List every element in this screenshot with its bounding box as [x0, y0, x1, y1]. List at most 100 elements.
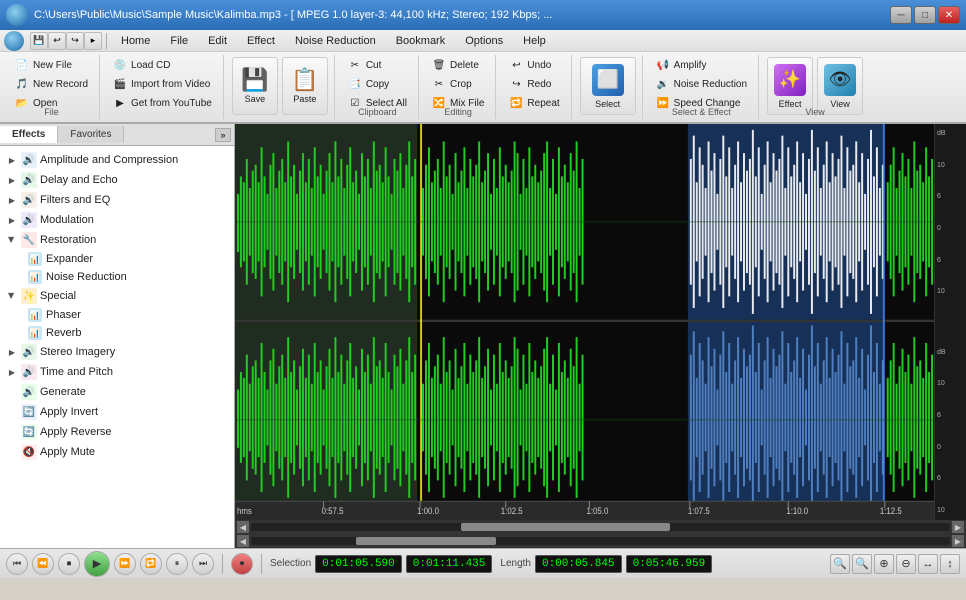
db-label-10d: 10: [937, 507, 964, 514]
tree-child-phaser[interactable]: 📊 Phaser: [20, 306, 234, 324]
menu-options[interactable]: Options: [455, 32, 513, 50]
tree-item-restoration[interactable]: ▶ 🔧 Restoration: [0, 230, 234, 250]
zoom-fit-btn[interactable]: ⊖: [896, 554, 916, 574]
btn-import-video[interactable]: 🎬 Import from Video: [108, 76, 217, 93]
scroll-right-btn[interactable]: ▶: [952, 521, 964, 533]
tree-icon-special: ✨: [21, 288, 37, 304]
scrollbar-v-track[interactable]: [251, 537, 950, 545]
scrollbar-track[interactable]: [251, 523, 950, 531]
scroll-down-btn[interactable]: ▶: [952, 535, 964, 547]
tree-item-amplitude[interactable]: ▶ 🔊 Amplitude and Compression: [0, 150, 234, 170]
tree-item-delay[interactable]: ▶ 🔊 Delay and Echo: [0, 170, 234, 190]
tree-item-generate[interactable]: ▶ 🔊 Generate: [0, 382, 234, 402]
maximize-button[interactable]: □: [914, 6, 936, 24]
menu-home[interactable]: Home: [111, 32, 160, 50]
btn-go-end[interactable]: ⏭: [192, 553, 214, 575]
btn-rewind[interactable]: ⏪: [32, 553, 54, 575]
zoom-v-btn[interactable]: ↕: [940, 554, 960, 574]
tree-children-restoration: 📊 Expander 📊 Noise Reduction: [0, 250, 234, 286]
btn-play[interactable]: ▶: [84, 551, 110, 577]
btn-noise-red[interactable]: 🔉 Noise Reduction: [651, 76, 752, 93]
btn-undo[interactable]: ↩ Undo: [504, 57, 564, 74]
scrollbar-v-row[interactable]: ◀ ▶: [235, 534, 966, 548]
btn-amplify[interactable]: 📢 Amplify: [651, 57, 752, 74]
scroll-up-btn[interactable]: ◀: [237, 535, 249, 547]
waveform-area[interactable]: hms 0:57.5 1:00.0 1:02.5 1:05.0 1:07.5 1…: [235, 124, 966, 548]
btn-loop[interactable]: 🔁: [140, 553, 162, 575]
app-icon: [6, 4, 28, 26]
tree-item-stereo[interactable]: ▶ 🔊 Stereo Imagery: [0, 342, 234, 362]
waveform-canvas[interactable]: hms 0:57.5 1:00.0 1:02.5 1:05.0 1:07.5 1…: [235, 124, 934, 520]
tree-item-invert[interactable]: ▶ 🔄 Apply Invert: [0, 402, 234, 422]
minimize-button[interactable]: ─: [890, 6, 912, 24]
btn-paste[interactable]: 📋 Paste: [282, 57, 328, 115]
selection-end-field[interactable]: 0:01:11.435: [406, 555, 493, 573]
tree-item-filters[interactable]: ▶ 🔊 Filters and EQ: [0, 190, 234, 210]
menu-bookmark[interactable]: Bookmark: [386, 32, 456, 50]
reverb-icon: 📊: [28, 326, 42, 340]
btn-select[interactable]: ⬜ Select: [580, 57, 636, 115]
btn-go-start[interactable]: ⏮: [6, 553, 28, 575]
selection-start-field[interactable]: 0:01:05.590: [315, 555, 402, 573]
sidebar-tab-expand-btn[interactable]: »: [215, 128, 231, 142]
select-icon: ⬜: [592, 64, 624, 96]
ribbon-group-file2: 💿 Load CD 🎬 Import from Video ▶ Get from…: [102, 55, 224, 119]
quick-play-btn[interactable]: ▸: [84, 32, 102, 50]
menu-file[interactable]: File: [160, 32, 198, 50]
zoom-reset-btn[interactable]: ⊕: [874, 554, 894, 574]
tab-effects[interactable]: Effects: [0, 126, 58, 143]
menu-effect[interactable]: Effect: [237, 32, 285, 50]
scrollbar-thumb[interactable]: [461, 523, 671, 531]
btn-new-file[interactable]: 📄 New File: [10, 57, 93, 74]
tree-child-reverb[interactable]: 📊 Reverb: [20, 324, 234, 342]
btn-load-cd[interactable]: 💿 Load CD: [108, 57, 217, 74]
tree-item-special[interactable]: ▶ ✨ Special: [0, 286, 234, 306]
zoom-out-btn[interactable]: 🔍: [852, 554, 872, 574]
btn-youtube[interactable]: ▶ Get from YouTube: [108, 95, 217, 112]
ribbon-load-btns: 💿 Load CD 🎬 Import from Video ▶ Get from…: [108, 57, 217, 112]
close-button[interactable]: ✕: [938, 6, 960, 24]
tree-icon-reverse: 🔄: [21, 424, 37, 440]
menu-help[interactable]: Help: [513, 32, 556, 50]
quick-save-btn[interactable]: 💾: [30, 32, 48, 50]
undoredo-btns: ↩ Undo ↪ Redo 🔁 Repeat: [504, 57, 564, 112]
length-field[interactable]: 0:00:05.845: [535, 555, 622, 573]
scroll-left-btn[interactable]: ◀: [237, 521, 249, 533]
btn-stop[interactable]: ⏹: [58, 553, 80, 575]
quick-undo-btn[interactable]: ↩: [48, 32, 66, 50]
effects-btns: 📢 Amplify 🔉 Noise Reduction ⏩ Speed Chan…: [651, 57, 752, 112]
db-label-top: dB: [937, 130, 964, 137]
menu-edit[interactable]: Edit: [198, 32, 237, 50]
btn-save[interactable]: 💾 Save: [232, 57, 278, 115]
menu-noise[interactable]: Noise Reduction: [285, 32, 386, 50]
btn-copy[interactable]: 📑 Copy: [343, 76, 412, 93]
scrollbar-v-thumb[interactable]: [356, 537, 496, 545]
btn-repeat[interactable]: 🔁 Repeat: [504, 95, 564, 112]
total-length-field[interactable]: 0:05:46.959: [626, 555, 713, 573]
tree-item-mute[interactable]: ▶ 🔇 Apply Mute: [0, 442, 234, 462]
tree-child-expander[interactable]: 📊 Expander: [20, 250, 234, 268]
tree-item-reverse[interactable]: ▶ 🔄 Apply Reverse: [0, 422, 234, 442]
btn-new-record[interactable]: 🎵 New Record: [10, 76, 93, 93]
scrollbar-h[interactable]: ◀ ▶: [235, 520, 966, 534]
quick-redo-btn[interactable]: ↪: [66, 32, 84, 50]
waveform-svg: hms 0:57.5 1:00.0 1:02.5 1:05.0 1:07.5 1…: [235, 124, 934, 520]
btn-pause[interactable]: ⏸: [166, 553, 188, 575]
tree-item-modulation[interactable]: ▶ 🔊 Modulation: [0, 210, 234, 230]
btn-cut[interactable]: ✂ Cut: [343, 57, 412, 74]
svg-text:1:12.5: 1:12.5: [880, 506, 902, 517]
btn-crop[interactable]: ✂ Crop: [427, 76, 489, 93]
btn-delete[interactable]: 🗑 Delete: [427, 57, 489, 74]
zoom-h-btn[interactable]: ↔: [918, 554, 938, 574]
btn-redo[interactable]: ↪ Redo: [504, 76, 564, 93]
db-label-0c: 0: [937, 444, 964, 451]
zoom-in-btn[interactable]: 🔍: [830, 554, 850, 574]
tree-item-time[interactable]: ▶ 🔊 Time and Pitch: [0, 362, 234, 382]
redo-icon: ↪: [509, 78, 523, 92]
btn-record[interactable]: ⏺: [231, 553, 253, 575]
tab-favorites[interactable]: Favorites: [58, 126, 124, 143]
tree-child-noise-reduction[interactable]: 📊 Noise Reduction: [20, 268, 234, 286]
selection-label: Selection: [270, 558, 311, 569]
repeat-icon: 🔁: [509, 97, 523, 111]
btn-fast-forward[interactable]: ⏩: [114, 553, 136, 575]
